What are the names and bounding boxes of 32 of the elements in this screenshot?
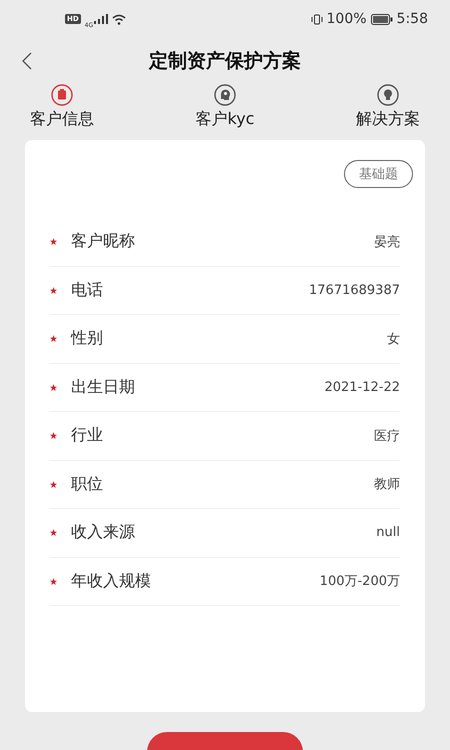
field-value: 晏亮	[374, 234, 400, 251]
field-value: 17671689387	[309, 282, 400, 298]
field-label: 职位	[71, 474, 104, 495]
head-icon	[214, 84, 236, 106]
field-label: 年收入规模	[71, 570, 152, 592]
field-value: 女	[387, 330, 400, 348]
field-label: 客户昵称	[71, 231, 136, 252]
field-value: null	[376, 525, 400, 540]
field-label: 性别	[71, 328, 104, 350]
battery-percent: 100%	[326, 11, 367, 27]
field-label: 收入来源	[71, 522, 136, 544]
field-value: 医疗	[374, 428, 400, 445]
field-label: 行业	[71, 425, 104, 446]
field-value: 2021-12-22	[324, 380, 400, 395]
page-title: 定制资产保护方案	[149, 49, 301, 74]
field-label: 出生日期	[71, 376, 136, 398]
field-label: 电话	[71, 280, 104, 301]
wifi-icon	[112, 14, 126, 24]
field-value: 100万-200万	[320, 573, 400, 590]
tab[interactable]: 解决方案	[356, 84, 420, 130]
field-value: 教师	[374, 476, 400, 494]
signal-icon	[94, 14, 108, 24]
category-tag[interactable]: 基础题	[344, 160, 413, 188]
chevron-left-icon	[22, 52, 32, 70]
battery-icon	[370, 14, 393, 24]
status-time: 5:58	[396, 11, 428, 27]
tab[interactable]: 客户信息	[30, 84, 94, 130]
vibrate-icon	[310, 14, 323, 24]
back-button[interactable]	[22, 52, 32, 70]
tab[interactable]: 客户kyc	[196, 84, 254, 130]
clipboard-icon	[51, 84, 73, 106]
lightbulb-icon	[377, 84, 399, 106]
